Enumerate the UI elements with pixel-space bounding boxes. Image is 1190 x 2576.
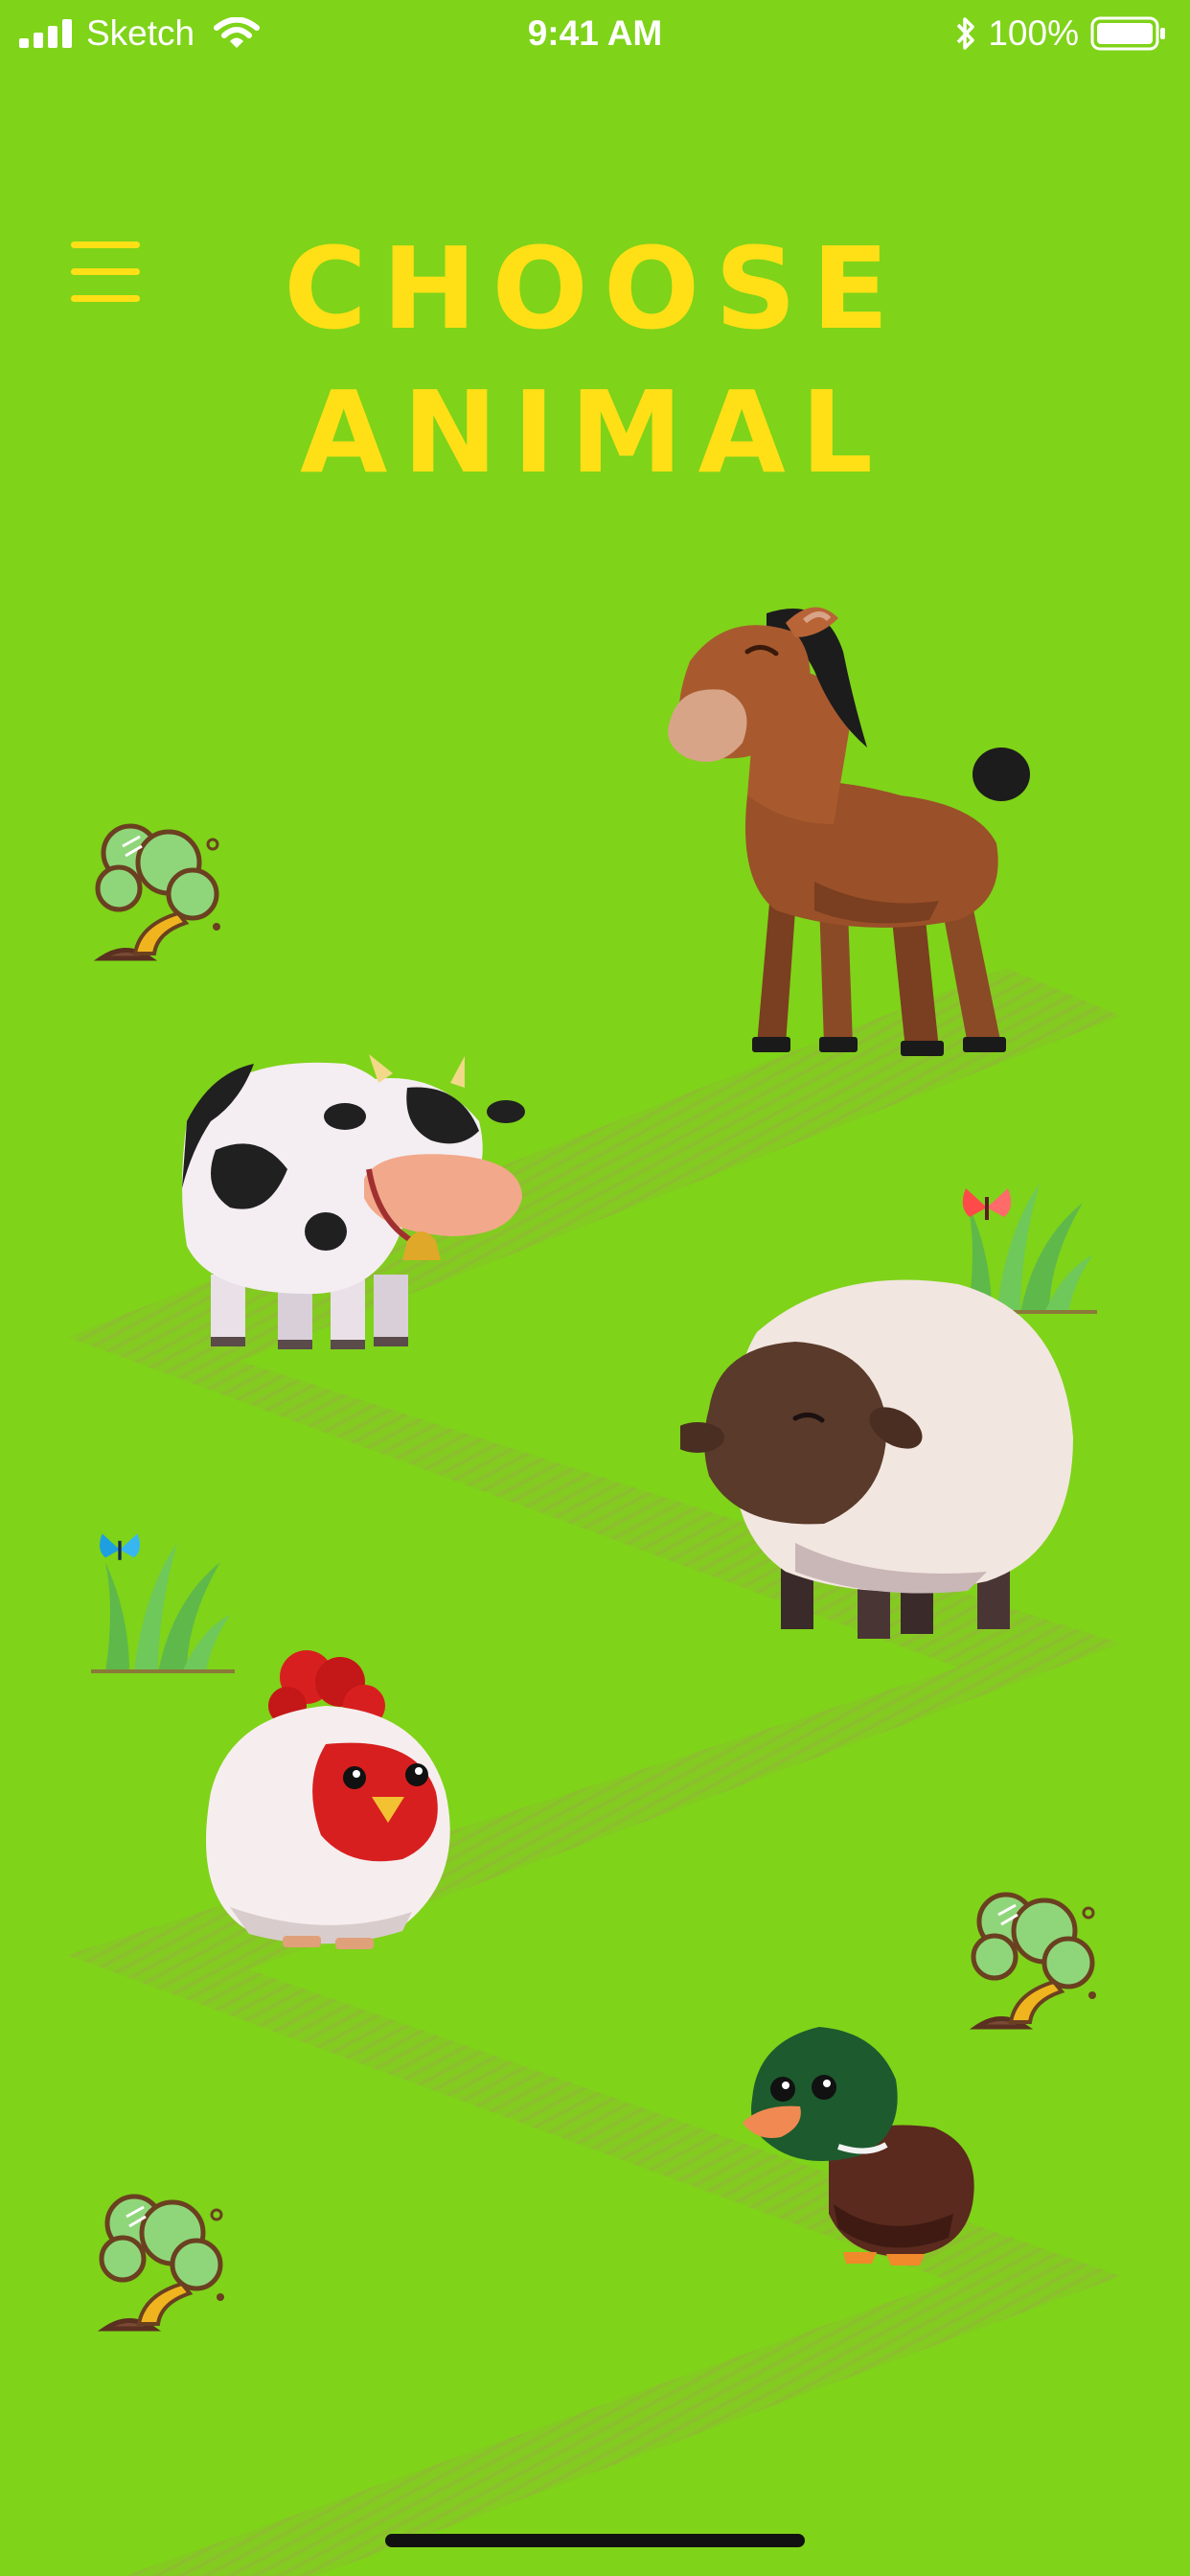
butterfly-icon [100,1533,140,1560]
sheep-figure [671,1279,1073,1639]
horse-figure [668,607,1030,1056]
animal-sheep[interactable] [671,1275,1083,1648]
choose-animal-screen: Sketch 9:41 AM 100% CHOOSE ANIMAL [0,0,1190,2576]
duck-figure [743,2027,974,2266]
path-segment-5 [125,2276,1121,2576]
chicken-figure [206,1650,450,1949]
home-indicator [385,2534,805,2547]
animal-cow[interactable] [172,1045,565,1361]
animal-duck[interactable] [743,2022,982,2271]
tree-icon [969,1892,1096,2030]
animal-chicken[interactable] [192,1648,469,1965]
tree-icon [97,2194,224,2332]
butterfly-icon [962,1188,1012,1220]
cow-figure [182,1054,525,1349]
tree-icon [93,823,220,961]
animal-horse[interactable] [652,594,1044,1064]
